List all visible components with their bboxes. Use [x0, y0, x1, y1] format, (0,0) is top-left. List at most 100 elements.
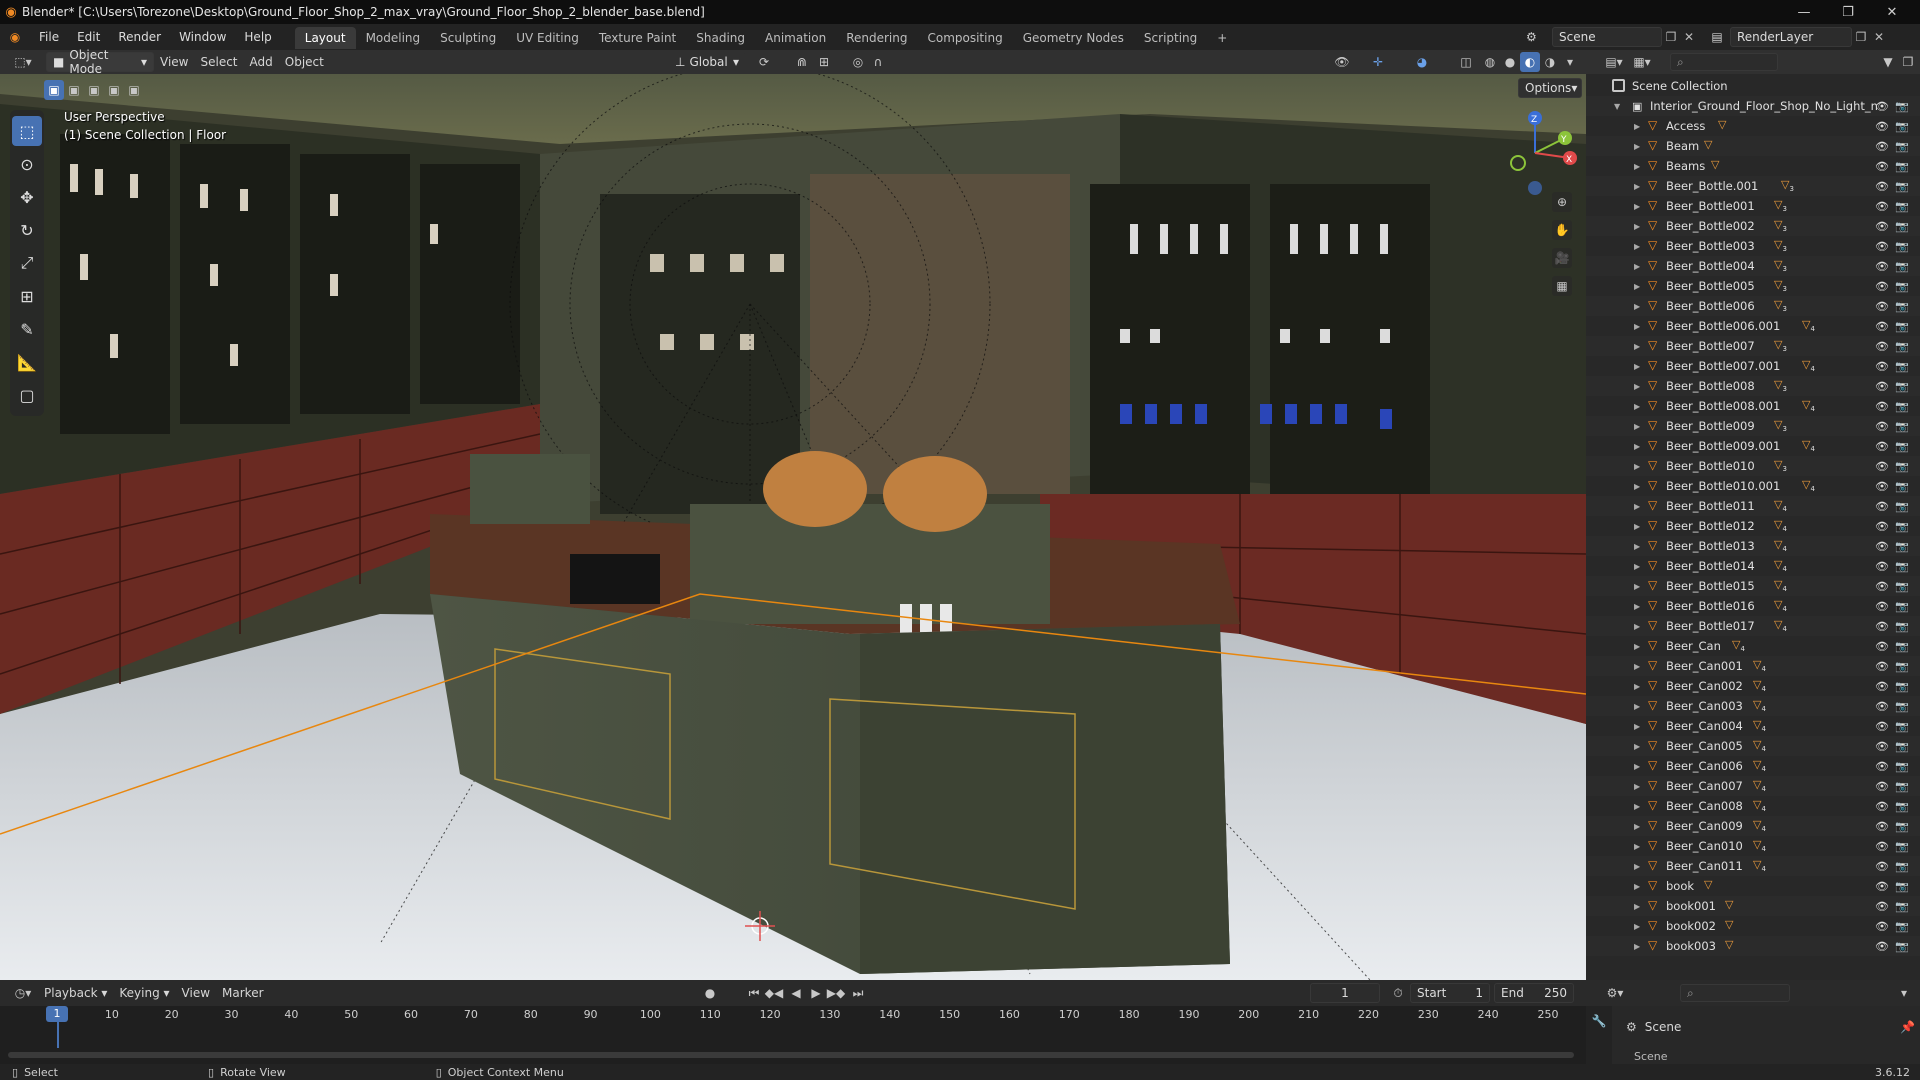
- 3d-viewport[interactable]: ▣ ▣ ▣ ▣ ▣ User Perspective (1) Scene Col…: [0, 74, 1586, 980]
- render-camera-icon[interactable]: 📷: [1895, 420, 1909, 433]
- current-frame-field[interactable]: 1: [1310, 983, 1380, 1003]
- outliner-item[interactable]: ▶ ▽ Beer_Can011 ▽4 👁 📷: [1586, 856, 1920, 876]
- expand-arrow-icon[interactable]: ▶: [1634, 382, 1640, 391]
- outliner-item[interactable]: ▶ ▽ Beer_Bottle011 ▽4 👁 📷: [1586, 496, 1920, 516]
- timeline-scrollbar[interactable]: [8, 1052, 1574, 1058]
- select-box-intersect-icon[interactable]: ▣: [124, 80, 144, 100]
- render-camera-icon[interactable]: 📷: [1895, 220, 1909, 233]
- visibility-eye-icon[interactable]: 👁: [1875, 300, 1889, 313]
- jump-end-icon[interactable]: ⏭: [848, 983, 868, 1003]
- visibility-eye-icon[interactable]: 👁: [1875, 540, 1889, 553]
- outliner-item[interactable]: ▶ ▽ Beer_Bottle009.001 ▽4 👁 📷: [1586, 436, 1920, 456]
- transform-orientation-selector[interactable]: ⊥ Global ▾: [668, 52, 746, 72]
- mesh-data-icon[interactable]: ▽3: [1774, 218, 1787, 233]
- expand-arrow-icon[interactable]: ▶: [1634, 362, 1640, 371]
- annotate-tool-icon[interactable]: ✎: [12, 314, 42, 344]
- render-camera-icon[interactable]: 📷: [1895, 320, 1909, 333]
- expand-arrow-icon[interactable]: ▶: [1634, 702, 1640, 711]
- tab-uv-editing[interactable]: UV Editing: [506, 27, 589, 49]
- visibility-eye-icon[interactable]: 👁: [1875, 660, 1889, 673]
- tab-texture-paint[interactable]: Texture Paint: [589, 27, 686, 49]
- outliner-item[interactable]: ▶ ▽ Beer_Bottle008.001 ▽4 👁 📷: [1586, 396, 1920, 416]
- mesh-data-icon[interactable]: ▽4: [1774, 598, 1787, 613]
- mesh-data-icon[interactable]: ▽4: [1753, 758, 1766, 773]
- render-camera-icon[interactable]: 📷: [1895, 680, 1909, 693]
- mesh-data-icon[interactable]: ▽: [1725, 898, 1733, 913]
- expand-arrow-icon[interactable]: ▶: [1634, 522, 1640, 531]
- outliner-item[interactable]: ▶ ▽ Beams ▽ 👁 📷: [1586, 156, 1920, 176]
- visibility-eye-icon[interactable]: 👁: [1875, 740, 1889, 753]
- outliner-item[interactable]: ▶ ▽ Beer_Can ▽4 👁 📷: [1586, 636, 1920, 656]
- select-box-invert-icon[interactable]: ▣: [104, 80, 124, 100]
- expand-arrow-icon[interactable]: ▶: [1634, 122, 1640, 131]
- menu-help[interactable]: Help: [235, 24, 280, 50]
- render-camera-icon[interactable]: 📷: [1895, 400, 1909, 413]
- render-camera-icon[interactable]: 📷: [1895, 780, 1909, 793]
- rotate-tool-icon[interactable]: ↻: [12, 215, 42, 245]
- mesh-data-icon[interactable]: ▽4: [1774, 618, 1787, 633]
- visibility-eye-icon[interactable]: 👁: [1875, 400, 1889, 413]
- gizmo-toggle-icon[interactable]: ✛: [1368, 52, 1388, 72]
- expand-arrow-icon[interactable]: ▶: [1634, 782, 1640, 791]
- visibility-eye-icon[interactable]: 👁: [1875, 880, 1889, 893]
- wireframe-shading-icon[interactable]: ◍: [1480, 52, 1500, 72]
- start-frame-field[interactable]: Start 1: [1410, 983, 1490, 1003]
- visibility-eye-icon[interactable]: 👁: [1875, 600, 1889, 613]
- mesh-data-icon[interactable]: ▽4: [1774, 518, 1787, 533]
- visibility-eye-icon[interactable]: 👁: [1875, 480, 1889, 493]
- visibility-eye-icon[interactable]: 👁: [1875, 360, 1889, 373]
- render-camera-icon[interactable]: 📷: [1895, 340, 1909, 353]
- render-camera-icon[interactable]: 📷: [1895, 500, 1909, 513]
- expand-arrow-icon[interactable]: ▶: [1634, 802, 1640, 811]
- snap-target-icon[interactable]: ⊞: [814, 52, 834, 72]
- mesh-data-icon[interactable]: ▽4: [1802, 358, 1815, 373]
- mesh-data-icon[interactable]: ▽4: [1753, 778, 1766, 793]
- expand-arrow-icon[interactable]: ▶: [1634, 882, 1640, 891]
- mesh-data-icon[interactable]: ▽4: [1753, 798, 1766, 813]
- jump-start-icon[interactable]: ⏮: [744, 983, 764, 1003]
- expand-arrow-icon[interactable]: ▶: [1634, 582, 1640, 591]
- outliner-item[interactable]: ▶ ▽ book003 ▽ 👁 📷: [1586, 936, 1920, 956]
- expand-arrow-icon[interactable]: ▶: [1634, 662, 1640, 671]
- visibility-eye-icon[interactable]: 👁: [1875, 460, 1889, 473]
- visibility-eye-icon[interactable]: 👁: [1875, 940, 1889, 953]
- select-box-subtract-icon[interactable]: ▣: [84, 80, 104, 100]
- solid-shading-icon[interactable]: ●: [1500, 52, 1520, 72]
- render-camera-icon[interactable]: 📷: [1895, 360, 1909, 373]
- visibility-eye-icon[interactable]: 👁: [1875, 420, 1889, 433]
- render-camera-icon[interactable]: 📷: [1895, 560, 1909, 573]
- visibility-eye-icon[interactable]: 👁: [1875, 100, 1889, 113]
- mesh-data-icon[interactable]: ▽3: [1774, 238, 1787, 253]
- expand-arrow-icon[interactable]: ▶: [1634, 182, 1640, 191]
- render-camera-icon[interactable]: 📷: [1895, 660, 1909, 673]
- outliner-item[interactable]: ▶ ▽ Beer_Can008 ▽4 👁 📷: [1586, 796, 1920, 816]
- mesh-data-icon[interactable]: ▽4: [1753, 698, 1766, 713]
- visibility-eye-icon[interactable]: 👁: [1875, 560, 1889, 573]
- menu-edit[interactable]: Edit: [68, 24, 109, 50]
- falloff-icon[interactable]: ∩: [868, 52, 888, 72]
- outliner-item[interactable]: ▶ ▽ Beer_Bottle.001 ▽3 👁 📷: [1586, 176, 1920, 196]
- render-camera-icon[interactable]: 📷: [1895, 140, 1909, 153]
- render-camera-icon[interactable]: 📷: [1895, 460, 1909, 473]
- scale-tool-icon[interactable]: ⤢: [12, 248, 42, 278]
- outliner-item[interactable]: ▶ ▽ Beer_Bottle015 ▽4 👁 📷: [1586, 576, 1920, 596]
- expand-arrow-icon[interactable]: ▶: [1634, 222, 1640, 231]
- pivot-icon[interactable]: ⟳: [754, 52, 774, 72]
- camera-view-icon[interactable]: 🎥: [1552, 248, 1572, 268]
- next-keyframe-icon[interactable]: ▶◆: [826, 983, 846, 1003]
- tab-animation[interactable]: Animation: [755, 27, 836, 49]
- visibility-eye-icon[interactable]: 👁: [1875, 520, 1889, 533]
- options-dropdown[interactable]: Options ▾: [1518, 78, 1582, 98]
- expand-arrow-icon[interactable]: ▶: [1634, 722, 1640, 731]
- menu-view[interactable]: View: [154, 52, 194, 72]
- outliner-item[interactable]: ▶ ▽ Beer_Bottle004 ▽3 👁 📷: [1586, 256, 1920, 276]
- render-camera-icon[interactable]: 📷: [1895, 740, 1909, 753]
- outliner-item[interactable]: ▶ ▽ Beer_Bottle006.001 ▽4 👁 📷: [1586, 316, 1920, 336]
- display-mode-icon[interactable]: ▦▾: [1628, 52, 1656, 72]
- cursor-tool-icon[interactable]: ⊙: [12, 149, 42, 179]
- select-box-extend-icon[interactable]: ▣: [64, 80, 84, 100]
- add-workspace-button[interactable]: +: [1207, 27, 1237, 49]
- scene-selector[interactable]: Scene: [1552, 27, 1662, 47]
- expand-arrow-icon[interactable]: ▶: [1634, 842, 1640, 851]
- outliner-item[interactable]: ▶ ▽ Beer_Can007 ▽4 👁 📷: [1586, 776, 1920, 796]
